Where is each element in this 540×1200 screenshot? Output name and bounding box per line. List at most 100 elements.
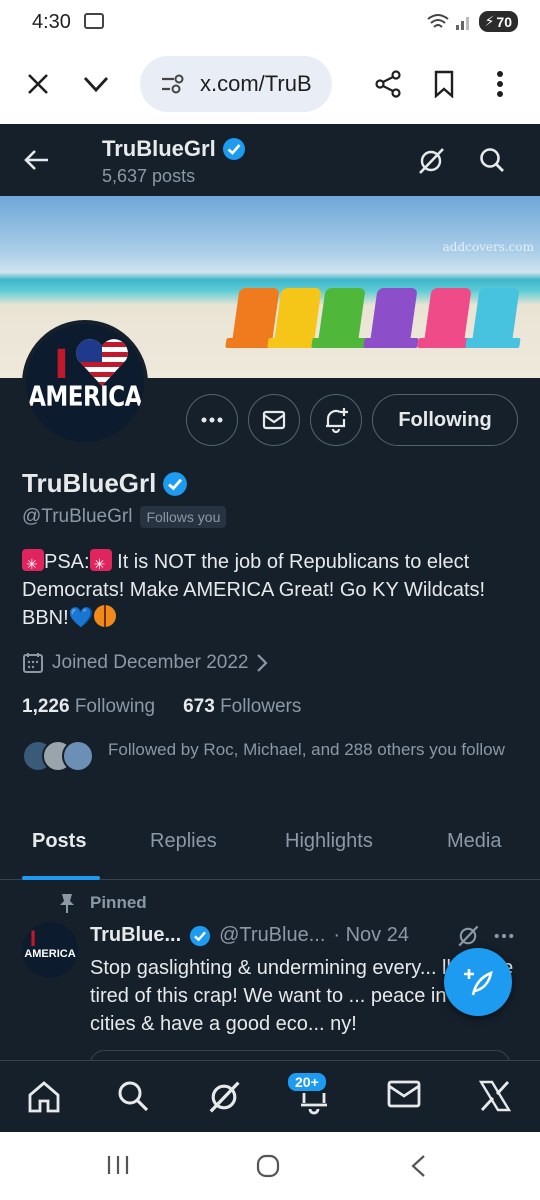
profile-bio: PSA: It is NOT the job of Republicans to… bbox=[22, 548, 522, 632]
pin-icon bbox=[60, 894, 74, 913]
tab-replies[interactable]: Replies bbox=[150, 830, 217, 853]
banner-chair-orange bbox=[232, 288, 280, 340]
joined-date[interactable]: Joined December 2022 bbox=[22, 652, 269, 674]
siren-emoji-icon bbox=[22, 549, 44, 578]
banner-chair-yellow bbox=[274, 288, 322, 340]
profile-handle: @TruBlueGrl bbox=[22, 506, 133, 527]
profile-header-bar: TruBlueGrl 5,637 posts bbox=[0, 124, 540, 196]
mail-icon[interactable] bbox=[386, 1079, 422, 1114]
verified-badge-icon bbox=[163, 471, 188, 496]
basketball-emoji-icon bbox=[93, 605, 116, 627]
home-icon[interactable] bbox=[26, 1079, 62, 1120]
bio-psa: PSA: bbox=[44, 551, 90, 573]
battery-indicator: ⚡ 70 bbox=[478, 11, 518, 32]
post-header-icons bbox=[456, 924, 514, 948]
back-nav-icon[interactable] bbox=[410, 1154, 426, 1183]
chevron-right-icon bbox=[257, 654, 269, 672]
post-avatar[interactable]: I AMERICA bbox=[22, 922, 78, 978]
home-nav-icon[interactable] bbox=[256, 1154, 280, 1183]
following-label: Following bbox=[74, 696, 156, 717]
banner-chair-green bbox=[318, 288, 366, 340]
search-icon[interactable] bbox=[116, 1079, 150, 1118]
chevron-down-icon[interactable] bbox=[78, 66, 114, 102]
battery-level: 70 bbox=[496, 13, 512, 30]
bookmark-icon[interactable] bbox=[426, 66, 462, 102]
screen-record-icon bbox=[84, 13, 104, 29]
more-horiz-icon bbox=[201, 417, 223, 423]
handle-row: @TruBlueGrl Follows you bbox=[22, 506, 227, 528]
followers-label: Followers bbox=[220, 696, 302, 717]
banner-chair-pink bbox=[424, 288, 472, 340]
following-count: 1,226 bbox=[22, 696, 70, 717]
followed-by-text: Followed by Roc, Michael, and 288 others… bbox=[108, 740, 505, 759]
post-author-name[interactable]: TruBlue... bbox=[90, 924, 181, 947]
url-bar[interactable]: x.com/TruB bbox=[140, 56, 332, 112]
joined-text: Joined December 2022 bbox=[52, 652, 249, 673]
share-icon[interactable] bbox=[370, 66, 406, 102]
active-tab-indicator bbox=[22, 876, 100, 880]
follow-stats: 1,226 Following 673 Followers bbox=[22, 696, 301, 718]
recent-apps-icon[interactable] bbox=[106, 1154, 130, 1181]
post-header: TruBlue... @TruBlue... · Nov 24 bbox=[90, 924, 409, 947]
post-author-handle: @TruBlue... bbox=[219, 924, 326, 946]
header-posts-count: 5,637 posts bbox=[102, 166, 196, 186]
profile-name: TruBlueGrl bbox=[22, 468, 188, 499]
notification-add-icon bbox=[326, 408, 348, 433]
browser-toolbar: x.com/TruB bbox=[0, 44, 540, 124]
follows-you-badge: Follows you bbox=[140, 506, 227, 528]
signal-icon bbox=[455, 16, 469, 30]
header-name: TruBlueGrl bbox=[102, 136, 246, 162]
more-options-button[interactable] bbox=[186, 394, 238, 446]
android-nav-bar bbox=[0, 1132, 540, 1200]
wifi-icon bbox=[426, 13, 449, 28]
profile-actions: Following bbox=[0, 394, 540, 446]
pinned-label-row: Pinned bbox=[58, 892, 147, 914]
search-icon[interactable] bbox=[478, 146, 506, 179]
followed-by[interactable]: Followed by Roc, Michael, and 288 others… bbox=[22, 738, 522, 792]
follower-avatar bbox=[62, 740, 94, 772]
bell-icon[interactable] bbox=[298, 1089, 330, 1120]
close-icon[interactable] bbox=[20, 66, 56, 102]
profile-name-text: TruBlueGrl bbox=[22, 468, 157, 498]
grok-icon[interactable] bbox=[416, 146, 446, 181]
siren-emoji-icon bbox=[89, 549, 112, 578]
grok-icon[interactable] bbox=[206, 1079, 242, 1120]
tab-highlights[interactable]: Highlights bbox=[285, 830, 373, 853]
notifications-subscribe-button[interactable] bbox=[310, 394, 362, 446]
mail-icon bbox=[262, 410, 286, 430]
tab-media[interactable]: Media bbox=[447, 830, 501, 853]
following-button[interactable]: Following bbox=[372, 394, 518, 446]
banner-watermark: addcovers.com bbox=[442, 240, 534, 254]
grok-icon[interactable] bbox=[456, 924, 480, 948]
site-settings-icon[interactable] bbox=[160, 73, 186, 95]
blue-heart-emoji-icon: 💙 bbox=[68, 607, 94, 629]
post-avatar-text: AMERICA bbox=[24, 948, 76, 960]
following-stat[interactable]: 1,226 Following bbox=[22, 696, 155, 718]
post-date[interactable]: · Nov 24 bbox=[333, 924, 409, 947]
more-horiz-icon[interactable] bbox=[494, 933, 514, 939]
profile-tabs: Posts Replies Highlights Media bbox=[0, 820, 540, 880]
verified-badge-icon bbox=[222, 138, 245, 160]
verified-badge-icon bbox=[190, 925, 211, 946]
banner-chair-purple bbox=[370, 288, 418, 340]
tab-posts[interactable]: Posts bbox=[32, 830, 86, 853]
status-indicators: ⚡ 70 bbox=[426, 11, 518, 32]
back-arrow-icon[interactable] bbox=[22, 146, 50, 179]
pinned-label: Pinned bbox=[90, 893, 147, 912]
followers-count: 673 bbox=[183, 696, 215, 717]
followers-stat[interactable]: 673 Followers bbox=[183, 696, 301, 718]
x-logo-icon[interactable] bbox=[478, 1079, 512, 1118]
compose-icon bbox=[464, 969, 493, 996]
compose-button[interactable] bbox=[444, 948, 512, 1016]
status-bar: 4:30 ⚡ 70 bbox=[0, 0, 540, 44]
x-profile-page: TruBlueGrl 5,637 posts addcovers.com I A… bbox=[0, 124, 540, 1132]
banner-chair-blue bbox=[472, 288, 520, 340]
message-button[interactable] bbox=[248, 394, 300, 446]
url-text: x.com/TruB bbox=[200, 71, 312, 96]
notifications-badge[interactable]: 20+ bbox=[286, 1071, 328, 1093]
status-time: 4:30 bbox=[32, 11, 71, 33]
header-name-text: TruBlueGrl bbox=[102, 136, 216, 161]
bottom-nav: 20+ bbox=[0, 1060, 540, 1132]
calendar-icon bbox=[23, 653, 43, 673]
more-vert-icon[interactable] bbox=[482, 66, 518, 102]
